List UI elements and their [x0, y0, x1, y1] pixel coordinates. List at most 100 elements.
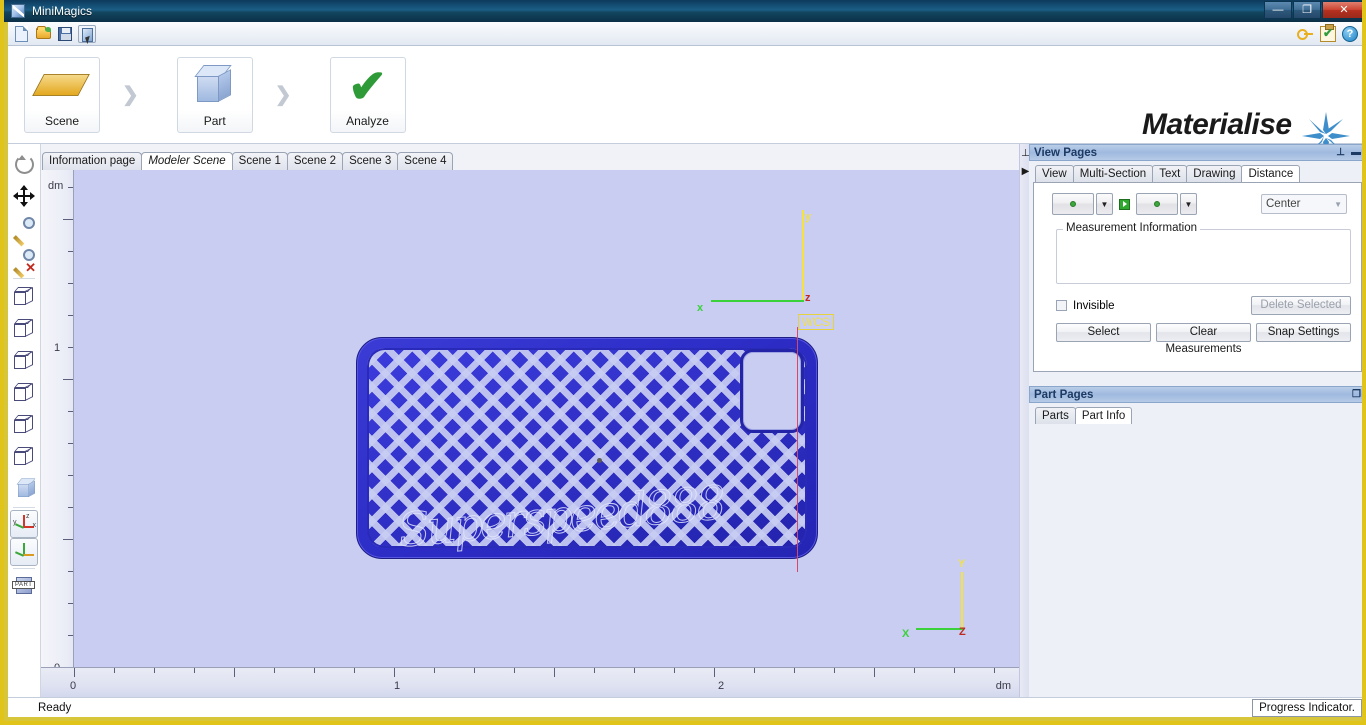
wcs-axes-indicator: y x z WCS: [684, 210, 814, 320]
horizontal-tick-label-0: 0: [70, 680, 76, 692]
restore-icon[interactable]: ❐: [1352, 389, 1361, 400]
view-pages-title-bar: View Pages ⊥ ▬: [1029, 144, 1366, 161]
viewport-canvas[interactable]: y x z WCS Y X Z Sup: [74, 170, 1019, 667]
view-top-icon[interactable]: [10, 281, 38, 313]
right-dock: View Pages ⊥ ▬ View Multi-Section Text D…: [1029, 144, 1366, 697]
phone-case-model[interactable]: Superspeed888: [356, 337, 818, 559]
view-left-icon[interactable]: [10, 345, 38, 377]
view-axis-x-label: X: [902, 628, 909, 640]
tab-multi-section[interactable]: Multi-Section: [1073, 165, 1153, 182]
part-axes-icon[interactable]: [10, 538, 38, 566]
workflow-step-analyze-label: Analyze: [346, 114, 389, 128]
point-1-dropdown-arrow[interactable]: ▼: [1096, 193, 1113, 215]
section-cut-line: [797, 327, 798, 572]
measurement-information-group: Measurement Information: [1056, 229, 1351, 284]
dock-splitter[interactable]: ⊥ ▶: [1019, 144, 1029, 697]
workflow-step-part-label: Part: [204, 114, 226, 128]
part-label-icon[interactable]: PART: [10, 571, 38, 603]
view-iso-icon[interactable]: [10, 473, 38, 505]
minimize-icon[interactable]: ▬: [1351, 147, 1361, 158]
invisible-label: Invisible: [1073, 300, 1115, 312]
clear-measurements-button[interactable]: Clear Measurements: [1156, 323, 1251, 342]
part-cube-icon: [178, 58, 252, 114]
wcs-axes-icon[interactable]: zxy: [10, 510, 38, 538]
part-pages-title: Part Pages: [1034, 389, 1093, 401]
maximize-button[interactable]: ❐: [1293, 1, 1321, 19]
part-pages-panel: Part Pages ❐ Parts Part Info: [1029, 386, 1366, 700]
zoom-tool-icon[interactable]: [10, 212, 38, 244]
part-pages-title-bar: Part Pages ❐: [1029, 386, 1366, 403]
rotate-tool-icon[interactable]: [10, 148, 38, 180]
pin-icon[interactable]: ⊥: [1336, 147, 1345, 158]
scene-tab-scene-3[interactable]: Scene 3: [342, 152, 398, 170]
select-button[interactable]: Select: [1056, 323, 1151, 342]
distance-page: ▼ ▼ Center ▼ Measurement Information Inv…: [1033, 182, 1362, 372]
open-icon[interactable]: [34, 25, 52, 43]
viewport[interactable]: dm 0 1: [41, 170, 1019, 697]
tab-parts[interactable]: Parts: [1035, 407, 1076, 424]
point-2-dot-icon: [1154, 201, 1160, 207]
tab-text[interactable]: Text: [1152, 165, 1187, 182]
status-bar: Ready Progress Indicator.: [8, 697, 1366, 717]
point-2-dropdown-arrow[interactable]: ▼: [1180, 193, 1197, 215]
view-right-icon[interactable]: [10, 441, 38, 473]
workflow-step-analyze[interactable]: ✔ Analyze: [330, 57, 406, 133]
pan-tool-icon[interactable]: [10, 180, 38, 212]
horizontal-ruler: 0 1 2 dm: [41, 667, 1019, 697]
scene-tab-scene-2[interactable]: Scene 2: [287, 152, 343, 170]
scene-tab-information-page[interactable]: Information page: [42, 152, 142, 170]
scene-plate-icon: [25, 58, 99, 114]
help-icon[interactable]: ?: [1342, 26, 1358, 42]
zoom-reset-tool-icon[interactable]: ✕: [10, 244, 38, 276]
select-tool-icon[interactable]: [78, 25, 96, 43]
point-1-selector[interactable]: [1052, 193, 1094, 215]
minimize-button[interactable]: —: [1264, 1, 1292, 19]
alignment-select-value: Center: [1266, 198, 1301, 210]
vertical-ruler: dm 0 1: [41, 170, 74, 667]
vertical-ruler-unit: dm: [48, 180, 63, 192]
swap-icon[interactable]: [1119, 199, 1130, 210]
measure-point-marker: [597, 458, 602, 463]
part-info-page: [1033, 424, 1362, 700]
view-axes-indicator: Y X Z: [894, 560, 1014, 640]
view-front-icon[interactable]: [10, 313, 38, 345]
analyze-check-icon: ✔: [331, 58, 405, 114]
view-axis-z-label: Z: [959, 626, 966, 638]
alignment-select[interactable]: Center ▼: [1261, 194, 1347, 214]
clipboard-check-icon[interactable]: [1320, 26, 1336, 42]
tab-drawing[interactable]: Drawing: [1186, 165, 1242, 182]
status-message: Ready: [38, 702, 71, 714]
part-pages-tab-bar: Parts Part Info: [1029, 403, 1366, 424]
measurement-information-label: Measurement Information: [1063, 222, 1200, 234]
key-icon[interactable]: [1296, 26, 1314, 42]
distance-selectors-row: ▼ ▼ Center ▼: [1034, 183, 1361, 215]
horizontal-tick-label-1: 1: [394, 680, 400, 692]
workflow-step-scene[interactable]: Scene: [24, 57, 100, 133]
scene-tab-modeler-scene[interactable]: Modeler Scene: [141, 152, 232, 170]
view-back-icon[interactable]: [10, 409, 38, 441]
view-pages-tab-bar: View Multi-Section Text Drawing Distance: [1029, 161, 1366, 182]
divider: [13, 507, 35, 508]
snap-settings-button[interactable]: Snap Settings: [1256, 323, 1351, 342]
workflow-separator-1: ❯: [122, 82, 139, 107]
scene-tab-scene-4[interactable]: Scene 4: [397, 152, 453, 170]
tab-part-info[interactable]: Part Info: [1075, 407, 1132, 424]
point-2-selector[interactable]: [1136, 193, 1178, 215]
wcs-label: WCS: [798, 314, 834, 330]
vertical-tick-label-1: 1: [54, 342, 60, 354]
delete-selected-button[interactable]: Delete Selected: [1251, 296, 1351, 315]
new-icon[interactable]: [12, 25, 30, 43]
workflow-bar: Scene ❯ Part ❯ ✔ Analyze Materialise inn…: [8, 46, 1366, 144]
workflow-separator-2: ❯: [275, 82, 292, 107]
view-axis-y-label: Y: [958, 558, 965, 570]
minimagics-icon: [10, 3, 26, 19]
save-icon[interactable]: [56, 25, 74, 43]
tab-distance[interactable]: Distance: [1241, 165, 1300, 182]
scene-tab-scene-1[interactable]: Scene 1: [232, 152, 288, 170]
workflow-step-part[interactable]: Part: [177, 57, 253, 133]
point-1-dot-icon: [1070, 201, 1076, 207]
tab-view[interactable]: View: [1035, 165, 1074, 182]
close-button[interactable]: ✕: [1322, 1, 1366, 19]
view-bottom-icon[interactable]: [10, 377, 38, 409]
invisible-checkbox[interactable]: [1056, 300, 1067, 311]
